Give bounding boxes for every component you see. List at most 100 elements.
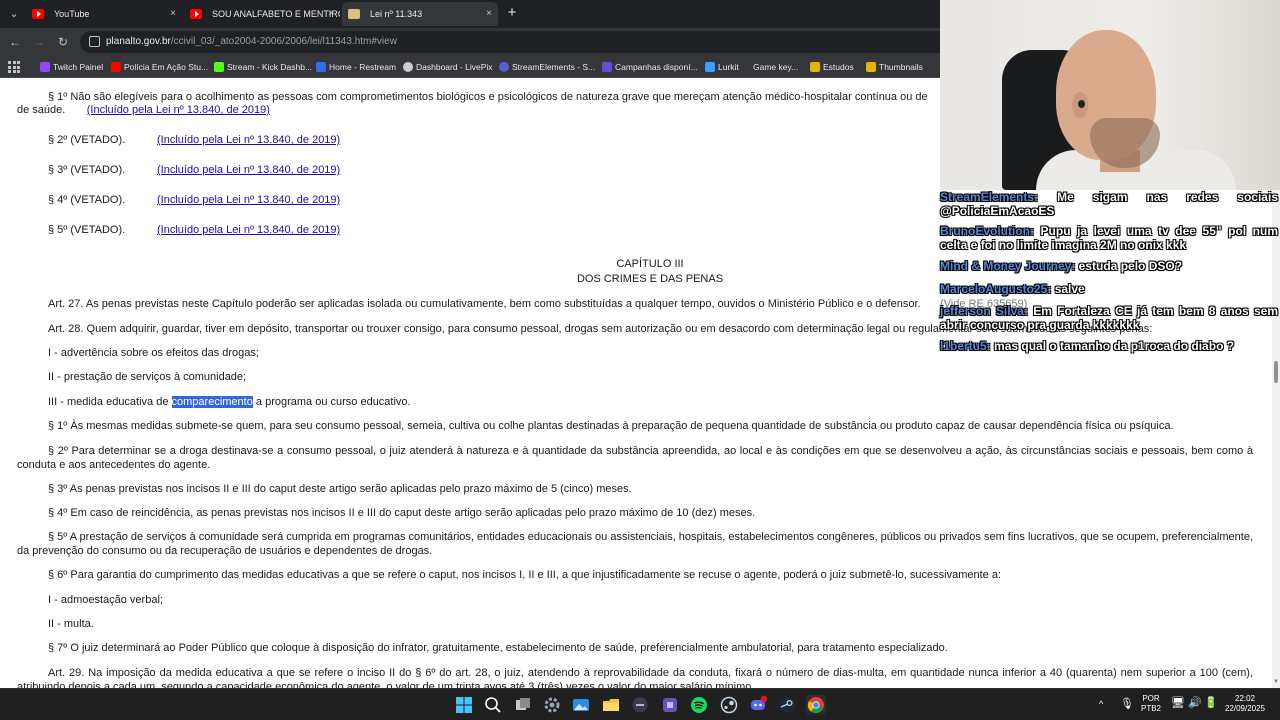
address-toolbar: ← → ↻ planalto.gov.br/ccivil_03/_ato2004… [0, 28, 940, 56]
paragraph-4: § 4º (VETADO). [48, 194, 126, 206]
clock[interactable]: 22:02 22/09/2025 [1222, 694, 1268, 714]
paragraph-1: § 1º Não são elegíveis para o acolhiment… [48, 91, 928, 103]
livepix-icon [403, 62, 413, 72]
new-tab-button[interactable]: + [504, 4, 520, 22]
bookmark-livepix[interactable]: Dashboard - LivePix [403, 56, 493, 78]
kick-icon [214, 62, 224, 72]
scroll-down-icon[interactable]: ▼ [1273, 679, 1279, 685]
bookmark-twitch-painel[interactable]: Twitch Painel [40, 56, 103, 78]
apps-grid-icon[interactable] [8, 61, 20, 73]
forward-icon[interactable]: → [31, 34, 47, 50]
inciso-1: I - advertência sobre os efeitos das dro… [48, 347, 259, 359]
inciso-2: II - prestação de serviços à comunidade; [48, 371, 247, 383]
search-icon[interactable] [483, 695, 503, 715]
webcam-overlay [940, 0, 1280, 190]
tab-lei-11343[interactable]: Lei nº 11.343 × [342, 2, 498, 26]
reload-icon[interactable]: ↻ [55, 34, 71, 50]
chrome-icon[interactable] [806, 695, 826, 715]
article-27: Art. 27. As penas previstas neste Capítu… [48, 298, 921, 310]
section-5: § 5º A prestação de serviços à comunidad… [17, 531, 1253, 557]
file-explorer-icon[interactable] [601, 695, 621, 715]
included-link[interactable]: (Incluído pela Lei nº 13.840, de 2019) [157, 163, 340, 177]
app-icon[interactable] [630, 695, 650, 715]
tab-title: Lei nº 11.343 [370, 9, 423, 19]
youtube-icon [111, 62, 121, 72]
chapter-title: DOS CRIMES E DAS PENAS [576, 273, 724, 285]
bookmarks-bar: Twitch Painel Polícia Em Ação Stu... Str… [0, 56, 940, 78]
youtube-icon [32, 9, 44, 19]
chat-message: MarceloAugusto25: salve [940, 282, 1085, 296]
restream-icon [316, 62, 326, 72]
selected-text[interactable]: comparecimento [171, 396, 253, 408]
close-tab-icon[interactable]: × [170, 2, 176, 26]
back-icon[interactable]: ← [7, 34, 23, 50]
close-tab-icon[interactable]: × [328, 2, 334, 26]
chat-message: Mind & Money Journey: estuda pelo DSO? [940, 259, 1183, 273]
included-link[interactable]: (Incluído pela Lei nº 13.840, de 2019) [157, 133, 340, 147]
bookmark-thumbnails[interactable]: Thumbnails [866, 56, 923, 78]
section-7: § 7º O juiz determinará ao Poder Público… [48, 642, 948, 654]
folder-icon [866, 62, 876, 72]
steam-icon[interactable] [719, 695, 739, 715]
bookmark-lurkit[interactable]: Lurkit [705, 56, 739, 78]
battery-icon[interactable]: 🔋 [1204, 696, 1218, 709]
paragraph-3: § 3º (VETADO). [48, 164, 126, 176]
close-tab-icon[interactable]: × [486, 2, 492, 26]
discord-icon[interactable] [748, 695, 768, 715]
twitch-icon [40, 62, 50, 72]
section-6: § 6º Para garantia do cumprimento das me… [48, 569, 1001, 581]
url-text: planalto.gov.br/ccivil_03/_ato2004-2006/… [106, 36, 397, 47]
bookmark-kick[interactable]: Stream - Kick Dashb... [214, 56, 312, 78]
clock-time: 22:02 [1234, 694, 1256, 703]
tab-search-dropdown[interactable]: ⌄ [4, 4, 24, 24]
article-29: Art. 29. Na imposição da medida educativ… [17, 667, 1253, 688]
address-bar[interactable]: planalto.gov.br/ccivil_03/_ato2004-2006/… [80, 31, 940, 53]
site-info-icon[interactable] [89, 36, 100, 47]
bookmark-campanhas[interactable]: Campanhas disponí... [602, 56, 698, 78]
settings-gear-icon[interactable] [542, 695, 562, 715]
paragraph-1-end: de saúde. (Incluído pela Lei nº 13.840, … [17, 104, 270, 116]
paragraph-2: § 2º (VETADO). [48, 134, 126, 146]
included-link[interactable]: (Incluído pela Lei nº 13.840, de 2019) [157, 223, 340, 237]
gov-icon [348, 9, 360, 19]
paragraph-5: § 5º (VETADO). [48, 224, 126, 236]
campanhas-icon [602, 62, 612, 72]
obs-icon[interactable] [660, 695, 680, 715]
inciso-3: III - medida educativa de comparecimento… [48, 396, 411, 408]
tab-title: YouTube [54, 9, 90, 19]
bookmark-policia[interactable]: Polícia Em Ação Stu... [111, 56, 208, 78]
input-language-indicator[interactable]: POR PTB2 [1141, 694, 1161, 714]
chat-message: StreamElements: Me sigam nas redes socia… [940, 190, 1278, 218]
tray-overflow-icon[interactable]: ^ [1099, 699, 1103, 709]
microphone-icon[interactable]: 🎙 [1120, 697, 1134, 710]
tab-sou-analfabeto[interactable]: SOU ANALFABETO E MENTIROS × [184, 2, 340, 26]
volume-icon[interactable]: 🔊 [1188, 696, 1202, 709]
included-link[interactable]: (Incluído pela Lei nº 13.840, de 2019) [87, 104, 270, 116]
photos-icon[interactable] [571, 695, 591, 715]
bookmark-game-key[interactable]: Game key... [740, 56, 798, 78]
included-link[interactable]: (Incluído pela Lei nº 13.840, de 2019) [157, 193, 340, 207]
tab-title: SOU ANALFABETO E MENTIROS [212, 9, 340, 19]
chat-message: BrunoEvolution: Pupu ja levei uma tv dee… [940, 224, 1278, 252]
tab-youtube[interactable]: YouTube × [26, 2, 182, 26]
clock-date: 22/09/2025 [1224, 704, 1266, 713]
network-icon[interactable]: 🖥 [1171, 696, 1185, 709]
task-view-icon[interactable] [513, 695, 533, 715]
steam-client-icon[interactable] [777, 695, 797, 715]
windows-taskbar: ^ 🎙 POR PTB2 🖥 🔊 🔋 22:02 22/09/2025 [0, 688, 1280, 720]
start-icon[interactable] [454, 695, 474, 715]
screen: ⌄ YouTube × SOU ANALFABETO E MENTIROS × … [0, 0, 1280, 720]
bookmark-streamelements[interactable]: StreamElements - S... [499, 56, 595, 78]
section-3: § 3º As penas previstas nos incisos II e… [48, 483, 632, 495]
lurkit-icon [705, 62, 715, 72]
bookmark-restream[interactable]: Home - Restream [316, 56, 396, 78]
spotify-icon[interactable] [689, 695, 709, 715]
streamelements-icon [499, 62, 509, 72]
folder-icon [810, 62, 820, 72]
bookmark-estudos[interactable]: Estudos [810, 56, 854, 78]
chat-overlay: StreamElements: Me sigam nas redes socia… [940, 190, 1278, 370]
youtube-icon [190, 9, 202, 19]
section-6-inciso-2: II - multa. [48, 618, 94, 630]
earbud-icon [1078, 100, 1085, 108]
section-1: § 1º Às mesmas medidas submete-se quem, … [48, 420, 1174, 432]
